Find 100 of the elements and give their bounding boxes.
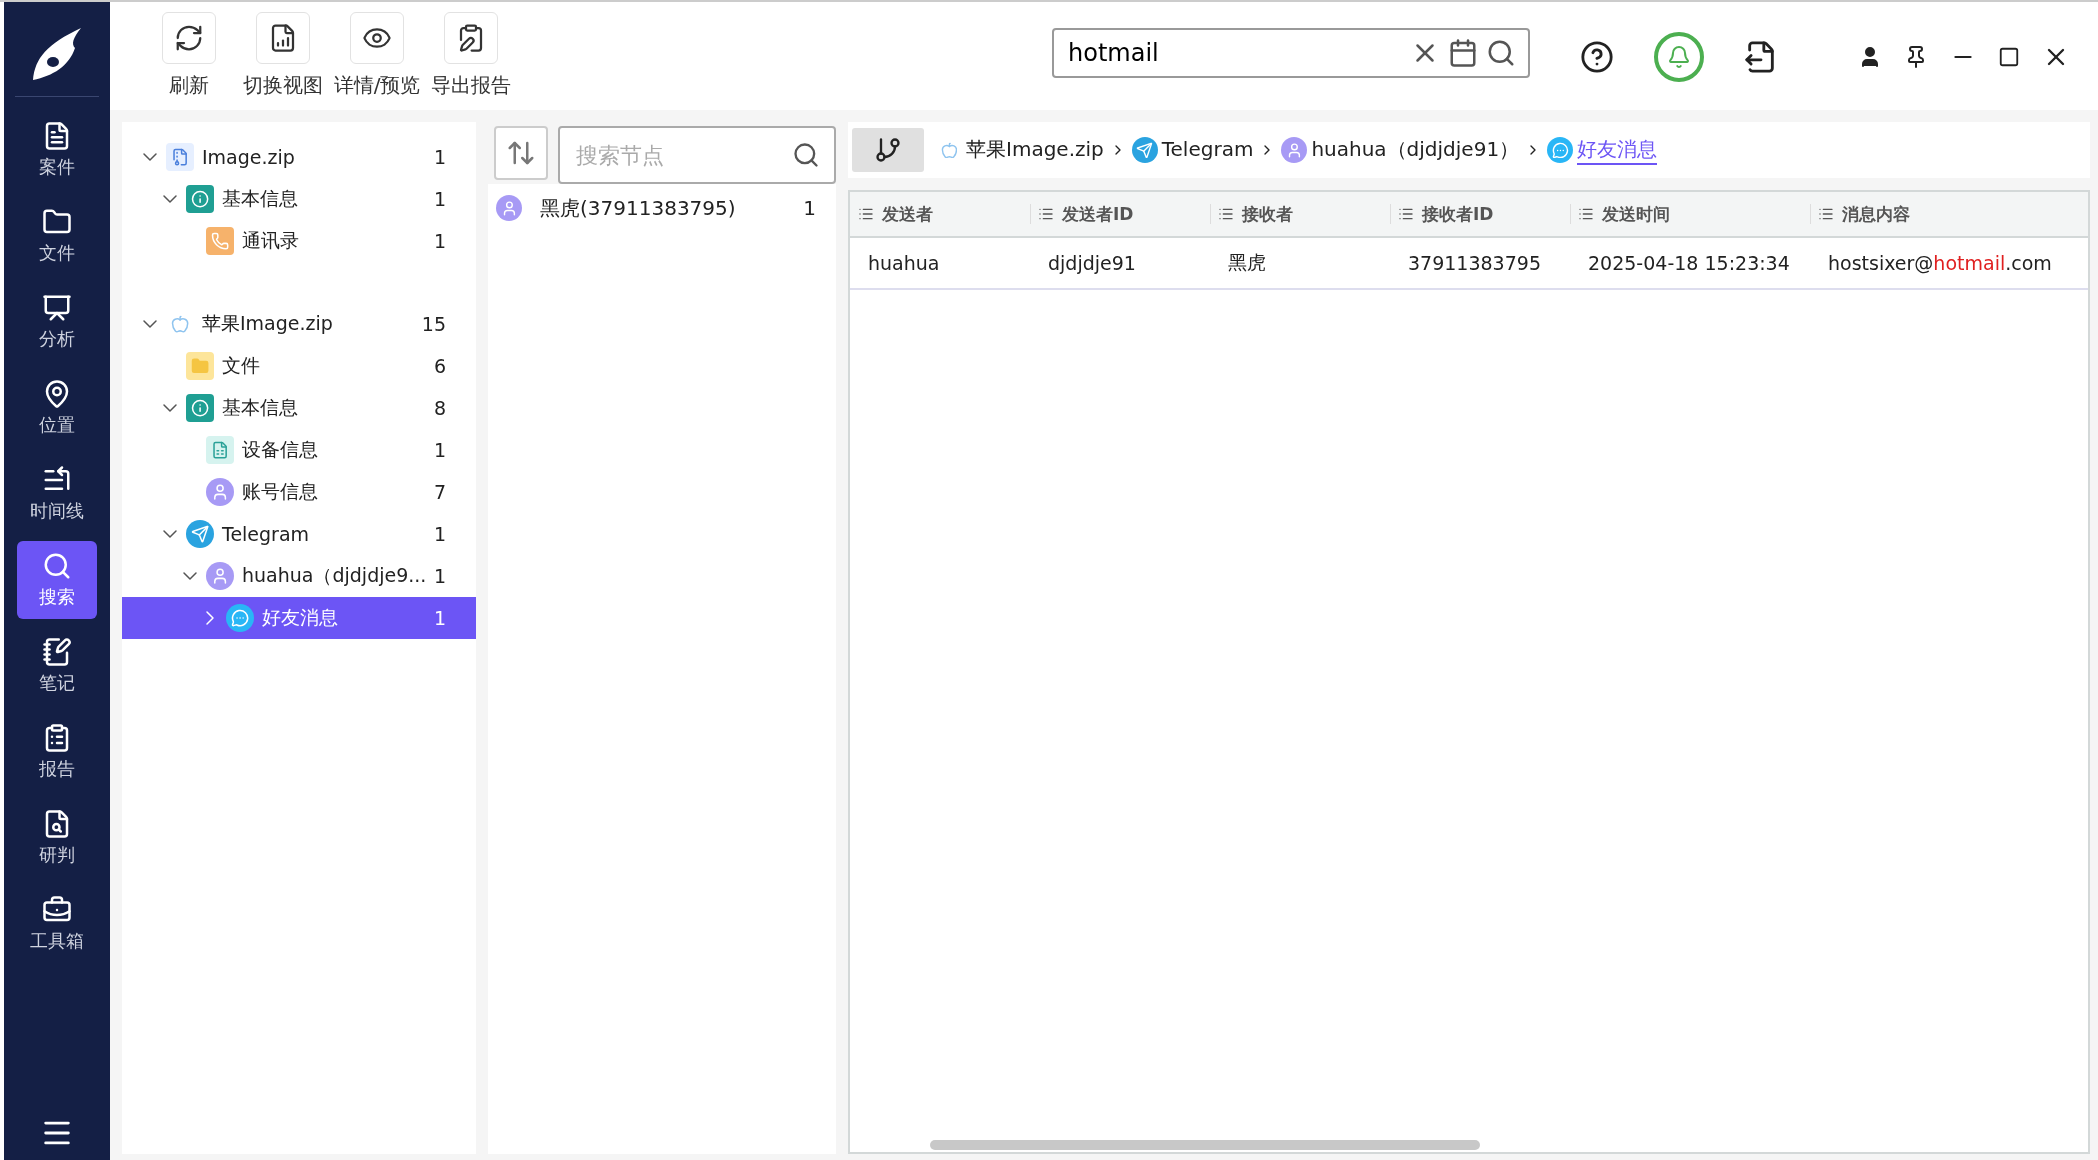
tree-item[interactable]: 苹果Image.zip 15 [122, 303, 476, 345]
search-icon[interactable] [1486, 38, 1516, 68]
tree-item[interactable]: 设备信息 1 [122, 429, 476, 471]
item-count: 6 [433, 355, 446, 377]
table-cell: hostsixer@hotmail.com [1810, 238, 2088, 290]
account-icon [496, 195, 522, 221]
tree-item-label: Telegram [222, 523, 311, 545]
column-header[interactable]: 发送者 [850, 192, 1030, 238]
help-icon[interactable] [1580, 40, 1614, 74]
telegram-icon [1131, 137, 1158, 163]
tree-item[interactable]: huahua（djdjdje9... 1 [122, 555, 476, 597]
column-header[interactable]: 消息内容 [1810, 192, 2088, 238]
item-count: 1 [803, 196, 816, 220]
column-header[interactable]: 发送者ID [1030, 192, 1210, 238]
tree-item-label: 账号信息 [242, 479, 319, 504]
notification-button[interactable] [1654, 32, 1704, 82]
item-count: 1 [433, 439, 446, 461]
tree-item-label: 基本信息 [222, 186, 299, 211]
table-cell: huahua [850, 238, 1030, 290]
tree-item[interactable]: 账号信息 7 [122, 471, 476, 513]
sidebar-nav-item[interactable]: 笔记 [17, 627, 97, 705]
sidebar-nav-item[interactable]: 研判 [17, 799, 97, 877]
node-label: 黑虎(37911383795) [540, 194, 737, 222]
info-icon [186, 185, 214, 213]
maximize-icon[interactable] [1998, 46, 2020, 68]
table-cell: 黑虎 [1210, 238, 1390, 290]
column-header[interactable]: 发送时间 [1570, 192, 1810, 238]
sidebar-nav-item[interactable]: 位置 [17, 369, 97, 447]
contacts-icon [206, 227, 234, 255]
sidebar-nav-item[interactable]: 案件 [17, 111, 97, 189]
tree-item-label: 基本信息 [222, 395, 299, 420]
branch-button[interactable] [852, 128, 924, 172]
column-header[interactable]: 接收者 [1210, 192, 1390, 238]
search-field[interactable]: hotmail [1052, 28, 1530, 78]
refresh-icon [174, 23, 204, 53]
list-icon [1398, 206, 1414, 222]
search-icon[interactable] [792, 141, 820, 169]
chat-icon [1547, 137, 1574, 163]
tree-item-label: 通讯录 [242, 228, 300, 253]
tree-item[interactable]: 基本信息 8 [122, 387, 476, 429]
item-count: 1 [433, 565, 446, 587]
sidebar-nav-item[interactable]: 工具箱 [17, 885, 97, 963]
breadcrumb-link[interactable]: 好友消息 [1547, 135, 1658, 165]
item-count: 1 [433, 188, 446, 210]
column-title: 消息内容 [1842, 202, 1910, 226]
item-count: 1 [433, 230, 446, 252]
tree-item-label: 好友消息 [262, 605, 339, 630]
sidebar-nav-item[interactable]: 时间线 [17, 455, 97, 533]
tree-item[interactable]: Telegram 1 [122, 513, 476, 555]
toolbar-button[interactable]: 详情/预览 [330, 12, 424, 99]
table-cell: 2025-04-18 15:23:34 [1570, 238, 1810, 290]
list-icon [1218, 206, 1234, 222]
branch-icon [874, 136, 902, 164]
column-title: 接收者 [1242, 202, 1293, 226]
node-search-field[interactable]: 搜索节点 [558, 126, 836, 184]
tree-item-label: 苹果Image.zip [202, 311, 334, 336]
sidebar-nav-item[interactable]: 文件 [17, 197, 97, 275]
sidebar-nav-item[interactable]: 分析 [17, 283, 97, 361]
breadcrumb-link[interactable]: Telegram [1131, 137, 1254, 163]
sort-button[interactable] [494, 126, 548, 180]
search-icon [42, 551, 72, 581]
list-icon [1578, 206, 1594, 222]
node-list-item[interactable]: 黑虎(37911383795) 1 [488, 184, 836, 232]
tree-item-label: 文件 [222, 353, 261, 378]
column-title: 发送者 [882, 202, 933, 226]
calendar-icon[interactable] [1448, 38, 1478, 68]
scrollbar[interactable] [930, 1140, 1480, 1150]
tree-item[interactable]: Image.zip 1 [122, 136, 476, 178]
account-icon [206, 562, 234, 590]
column-title: 发送时间 [1602, 202, 1670, 226]
tree-item[interactable]: 文件 6 [122, 345, 476, 387]
breadcrumb-link[interactable]: huahua（djdjdje91） [1281, 135, 1520, 165]
note-icon [42, 637, 72, 667]
tree-item-label: Image.zip [202, 146, 296, 168]
account-icon [206, 478, 234, 506]
breadcrumb-link[interactable]: 苹果Image.zip [936, 135, 1104, 165]
sidebar-nav-item[interactable]: 报告 [17, 713, 97, 791]
tree-item-label: 设备信息 [242, 437, 319, 462]
tree-item[interactable]: 通讯录 1 [122, 220, 476, 262]
item-count: 1 [433, 523, 446, 545]
list-icon [1038, 206, 1054, 222]
archive-icon [166, 143, 194, 171]
table-cell: djdjdje91 [1030, 238, 1210, 290]
sidebar-nav-item[interactable]: 搜索 [17, 541, 97, 619]
table-cell: 37911383795 [1390, 238, 1570, 290]
column-title: 接收者ID [1422, 202, 1494, 226]
account-icon [1281, 137, 1308, 163]
list-icon [858, 206, 874, 222]
toolbar-button[interactable]: 导出报告 [424, 12, 518, 99]
tree-item[interactable]: 基本信息 1 [122, 178, 476, 220]
bell-icon [1667, 45, 1691, 69]
column-title: 发送者ID [1062, 202, 1134, 226]
item-count: 15 [421, 313, 446, 335]
folder-icon [186, 352, 214, 380]
tree-item[interactable]: 好友消息 1 [122, 597, 476, 639]
toolbar-button[interactable]: 刷新 [142, 12, 236, 99]
item-count: 1 [433, 146, 446, 168]
column-header[interactable]: 接收者ID [1390, 192, 1570, 238]
toolbar-button[interactable]: 切换视图 [236, 12, 330, 99]
item-count: 1 [433, 607, 446, 629]
